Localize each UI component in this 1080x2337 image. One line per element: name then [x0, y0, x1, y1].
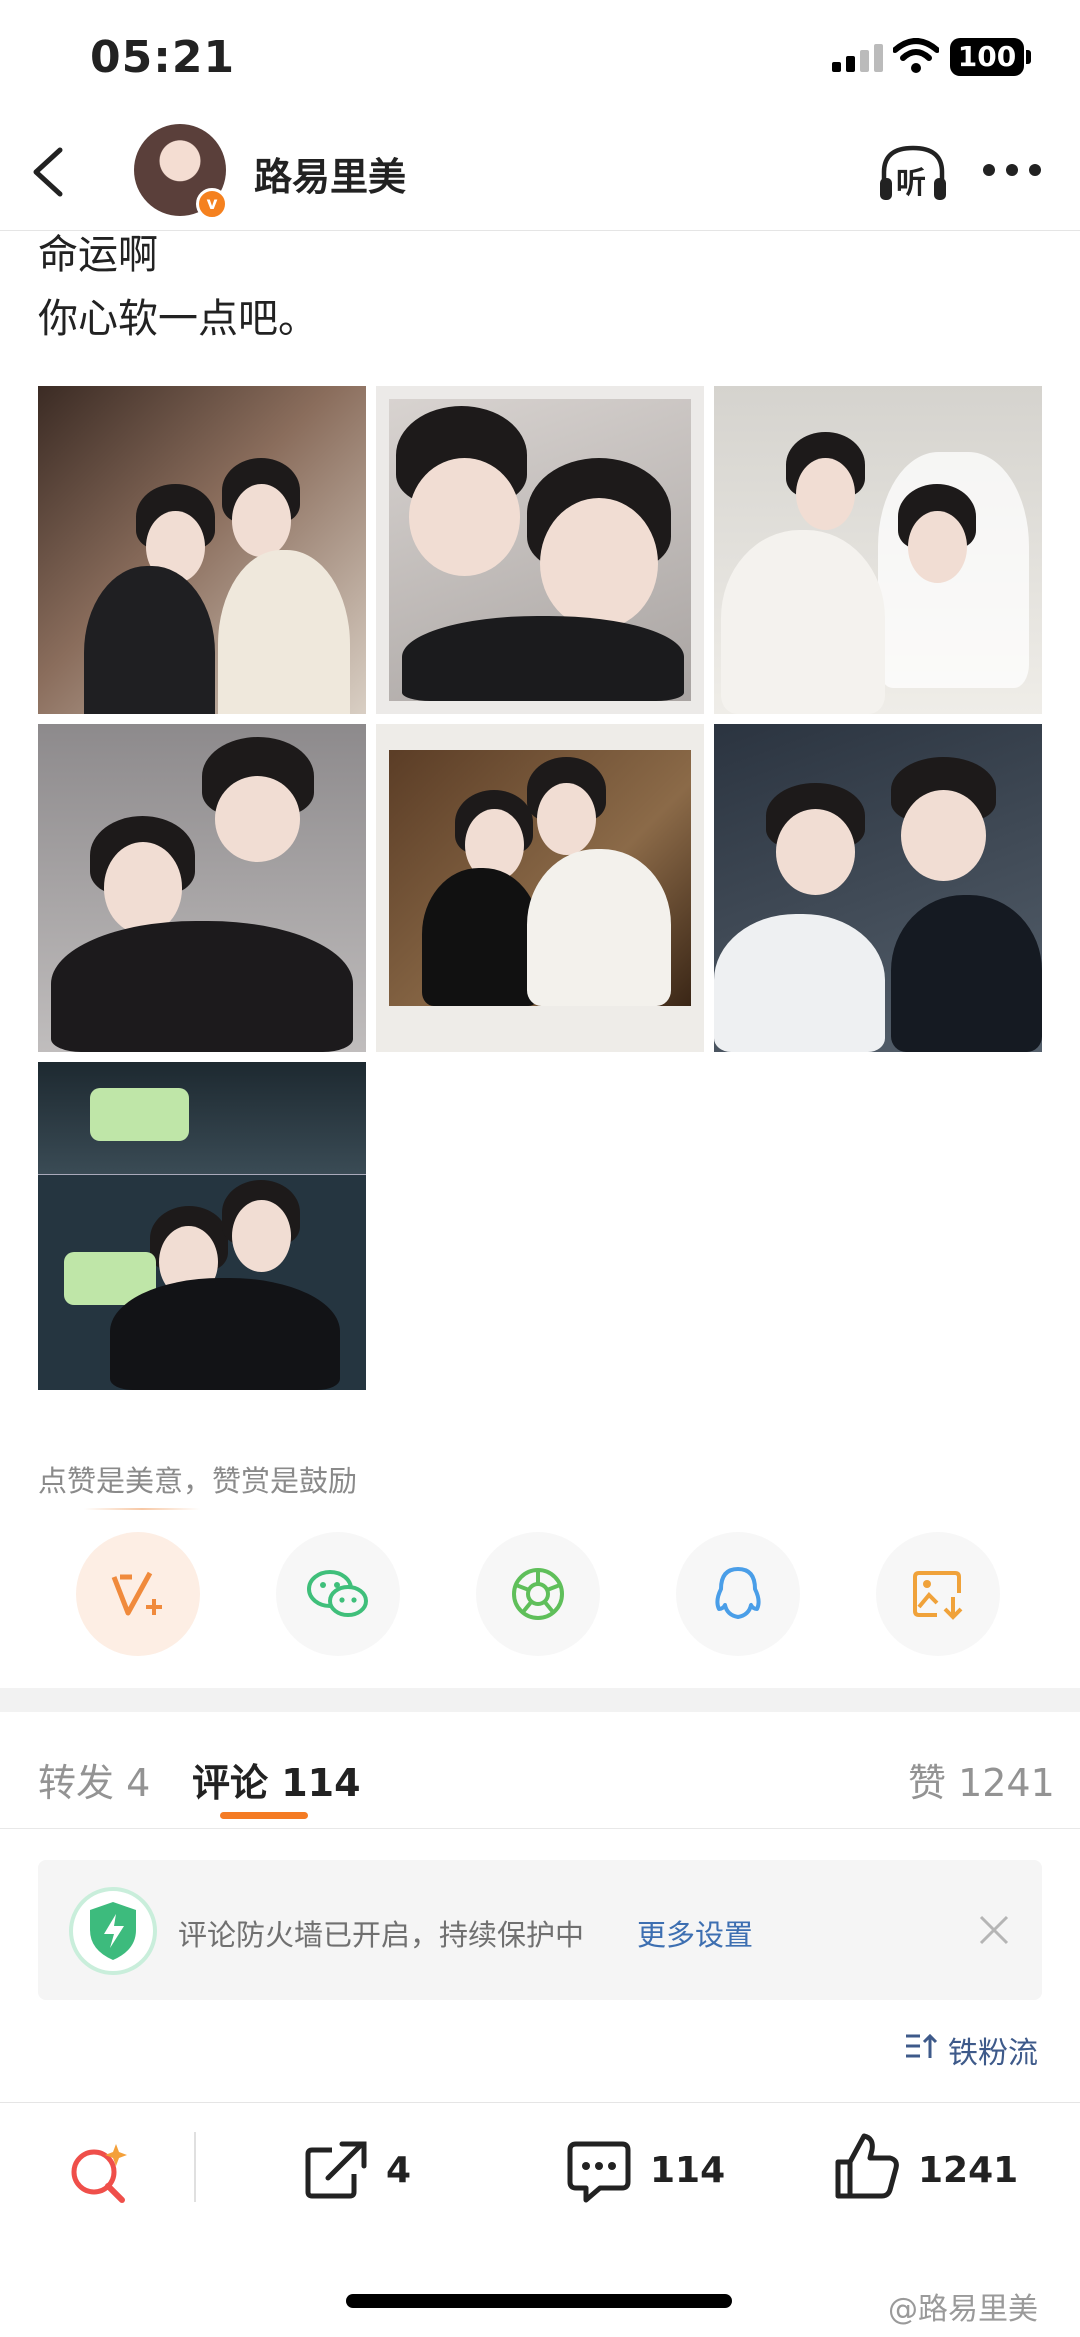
post-image-5[interactable]	[376, 724, 704, 1052]
firewall-text: 评论防火墙已开启，持续保护中	[178, 1918, 585, 1952]
post-image-6[interactable]	[714, 724, 1042, 1052]
signal-icon	[832, 44, 883, 72]
close-icon[interactable]	[978, 1914, 1010, 1946]
post-image-7[interactable]	[38, 1062, 366, 1390]
username[interactable]: 路易里美	[254, 146, 406, 201]
tab-likes[interactable]: 赞 1241	[908, 1752, 1055, 1807]
tab-active-indicator	[220, 1812, 308, 1819]
sort-label: 铁粉流	[948, 2036, 1038, 2071]
like-count: 1241	[918, 2150, 1019, 2191]
more-icon[interactable]	[982, 163, 1042, 177]
status-time: 05:21	[90, 32, 236, 83]
firewall-settings-link[interactable]: 更多设置	[637, 1912, 753, 1954]
back-arrow-icon[interactable]	[28, 146, 68, 198]
ai-search-icon[interactable]	[66, 2140, 132, 2206]
watermark: @路易里美	[888, 2292, 1038, 2327]
repost-button[interactable]: 4	[302, 2136, 432, 2206]
comment-icon	[567, 2141, 631, 2203]
home-indicator[interactable]	[346, 2294, 732, 2308]
battery-icon: 100	[950, 38, 1031, 76]
listen-label: 听	[896, 166, 926, 201]
wechat-icon	[307, 1570, 368, 1617]
save-image-button[interactable]	[876, 1532, 1000, 1656]
reward-indicator	[84, 1508, 200, 1510]
like-button[interactable]: 1241	[834, 2132, 1034, 2206]
header-divider	[0, 230, 1080, 231]
repost-count: 4	[386, 2150, 412, 2191]
wechat-button[interactable]	[276, 1532, 400, 1656]
post-image-2[interactable]	[376, 386, 704, 714]
moments-icon	[512, 1568, 564, 1620]
shield-icon	[69, 1887, 157, 1975]
post-text-line-1: 命运啊	[38, 232, 158, 278]
tab-comments[interactable]: 评论 114	[192, 1752, 361, 1807]
verified-badge-icon: v	[196, 188, 228, 220]
thumbs-up-icon	[835, 2133, 899, 2199]
save-image-icon	[913, 1571, 963, 1620]
reward-text: 点赞是美意，赞赏是鼓励	[38, 1464, 358, 1498]
qq-icon	[715, 1567, 761, 1619]
comment-button[interactable]: 114	[566, 2136, 746, 2206]
vplus-button[interactable]	[76, 1532, 200, 1656]
qq-button[interactable]	[676, 1532, 800, 1656]
tab-repost[interactable]: 转发 4	[38, 1752, 150, 1807]
bottom-bar-divider	[0, 2102, 1080, 2103]
tab-divider	[0, 1828, 1080, 1829]
moments-button[interactable]	[476, 1532, 600, 1656]
section-separator	[0, 1688, 1080, 1712]
listen-button[interactable]: 听	[876, 144, 950, 202]
vplus-icon	[111, 1571, 162, 1616]
repost-icon	[305, 2141, 367, 2199]
comment-count: 114	[650, 2150, 726, 2191]
post-image-1[interactable]	[38, 386, 366, 714]
post-text-line-2: 你心软一点吧。	[38, 296, 318, 342]
sort-icon	[906, 2033, 938, 2058]
bottom-bar-separator	[194, 2132, 196, 2202]
wifi-icon	[893, 38, 939, 73]
post-image-3[interactable]	[714, 386, 1042, 714]
post-image-4[interactable]	[38, 724, 366, 1052]
